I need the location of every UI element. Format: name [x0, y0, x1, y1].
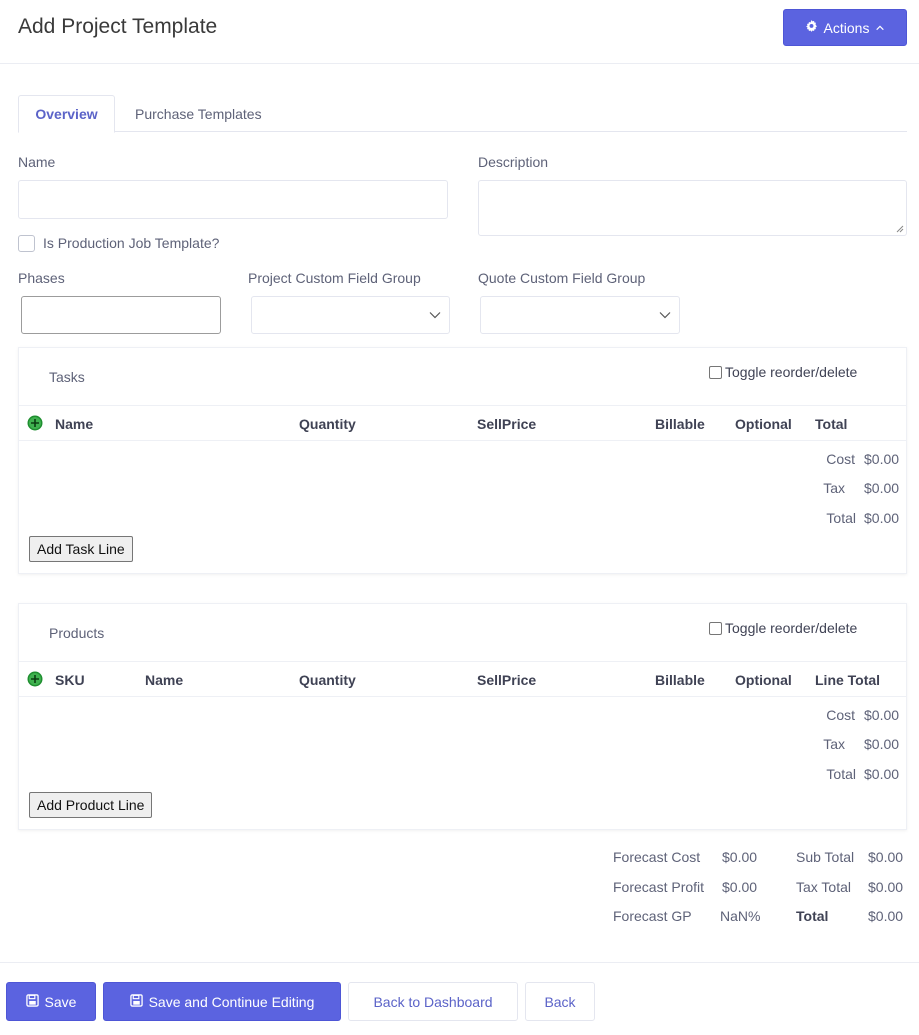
resize-grip-icon[interactable]: [896, 225, 904, 233]
tasks-toggle-checkbox[interactable]: [709, 365, 722, 379]
chevron-down-icon: [429, 312, 441, 319]
tasks-col-total: Total: [815, 416, 848, 432]
sub-total-label: Sub Total: [796, 849, 855, 865]
production-job-checkbox[interactable]: [18, 235, 35, 252]
grand-total-value: $0.00: [868, 908, 904, 924]
forecast-cost-label: Forecast Cost: [613, 849, 701, 865]
tasks-cost-value: $0.00: [864, 451, 900, 467]
products-col-name: Name: [145, 672, 184, 688]
save-button[interactable]: Save: [6, 982, 96, 1021]
save-and-continue-button[interactable]: Save and Continue Editing: [103, 982, 341, 1021]
page-title: Add Project Template: [18, 15, 218, 38]
products-col-sellprice: SellPrice: [477, 672, 537, 688]
tasks-total-value: $0.00: [864, 510, 900, 526]
phases-input[interactable]: [21, 296, 221, 334]
tasks-col-quantity: Quantity: [299, 416, 356, 432]
sub-total-value: $0.00: [868, 849, 904, 865]
name-input[interactable]: [18, 180, 448, 219]
tasks-tax-label: Tax: [823, 480, 845, 496]
products-table-header: SKU Name Quantity SellPrice Billable Opt…: [19, 661, 906, 697]
products-tax-label: Tax: [823, 736, 845, 752]
products-total-value: $0.00: [864, 766, 900, 782]
products-col-optional: Optional: [735, 672, 792, 688]
forecast-gp-value: NaN%: [720, 908, 761, 924]
tasks-cost-label: Cost: [826, 451, 855, 467]
back-to-dashboard-button[interactable]: Back to Dashboard: [348, 982, 518, 1021]
footer-toolbar: Save Save and Continue Editing Back to D…: [0, 962, 919, 1035]
project-custom-field-group-label: Project Custom Field Group: [248, 270, 421, 286]
products-toggle-checkbox[interactable]: [709, 621, 722, 635]
quote-custom-field-group-select[interactable]: [480, 296, 680, 334]
tab-purchase-templates[interactable]: Purchase Templates: [135, 95, 262, 132]
products-total-label: Total: [826, 766, 856, 782]
products-panel: Products Toggle reorder/delete SKU Name …: [18, 603, 907, 830]
back-button[interactable]: Back: [525, 982, 595, 1021]
tab-bar: Overview Purchase Templates: [18, 95, 907, 133]
gear-icon: [805, 19, 818, 36]
forecast-cost-value: $0.00: [722, 849, 758, 865]
forecast-profit-label: Forecast Profit: [613, 879, 705, 895]
tasks-col-optional: Optional: [735, 416, 792, 432]
project-custom-field-group-select[interactable]: [251, 296, 450, 334]
tasks-col-billable: Billable: [655, 416, 705, 432]
chevron-up-icon: [875, 20, 885, 36]
products-toggle-reorder[interactable]: Toggle reorder/delete: [709, 620, 857, 636]
products-col-line-total: Line Total: [815, 672, 881, 688]
tasks-panel: Tasks Toggle reorder/delete Name Quantit…: [18, 347, 907, 574]
products-col-billable: Billable: [655, 672, 705, 688]
phases-label: Phases: [18, 270, 65, 286]
page-header: Add Project Template Actions: [0, 0, 919, 64]
products-col-sku: SKU: [55, 672, 85, 688]
tasks-col-name: Name: [55, 416, 94, 432]
products-col-quantity: Quantity: [299, 672, 356, 688]
actions-button[interactable]: Actions: [783, 9, 907, 46]
tax-total-label: Tax Total: [796, 879, 851, 895]
production-job-label: Is Production Job Template?: [43, 235, 220, 251]
tasks-col-sellprice: SellPrice: [477, 416, 537, 432]
tasks-total-label: Total: [826, 510, 856, 526]
tasks-toggle-reorder[interactable]: Toggle reorder/delete: [709, 364, 857, 380]
forecast-profit-value: $0.00: [722, 879, 758, 895]
tasks-title: Tasks: [49, 369, 85, 385]
floppy-disk-icon: [25, 993, 39, 1010]
tasks-toggle-label: Toggle reorder/delete: [725, 364, 858, 380]
products-cost-label: Cost: [826, 707, 855, 723]
products-tax-value: $0.00: [864, 736, 900, 752]
description-textarea[interactable]: [478, 180, 907, 236]
save-continue-label: Save and Continue Editing: [148, 993, 315, 1010]
name-label: Name: [18, 154, 56, 170]
quote-custom-field-group-label: Quote Custom Field Group: [478, 270, 646, 286]
grand-total-label: Total: [796, 908, 829, 924]
chevron-down-icon: [659, 312, 671, 319]
products-cost-value: $0.00: [864, 707, 900, 723]
floppy-disk-icon: [129, 993, 143, 1010]
forecast-gp-label: Forecast GP: [613, 908, 692, 924]
plus-circle-icon[interactable]: [27, 671, 43, 687]
tasks-tax-value: $0.00: [864, 480, 900, 496]
description-label: Description: [478, 154, 549, 170]
save-label: Save: [44, 993, 77, 1010]
products-title: Products: [49, 625, 105, 641]
tab-overview[interactable]: Overview: [18, 95, 115, 133]
plus-circle-icon[interactable]: [27, 415, 43, 431]
products-toggle-label: Toggle reorder/delete: [725, 620, 858, 636]
add-product-line-button[interactable]: Add Product Line: [29, 792, 153, 818]
tasks-table-header: Name Quantity SellPrice Billable Optiona…: [19, 405, 906, 441]
tax-total-value: $0.00: [868, 879, 904, 895]
actions-label: Actions: [823, 19, 870, 36]
add-task-line-button[interactable]: Add Task Line: [29, 536, 133, 562]
